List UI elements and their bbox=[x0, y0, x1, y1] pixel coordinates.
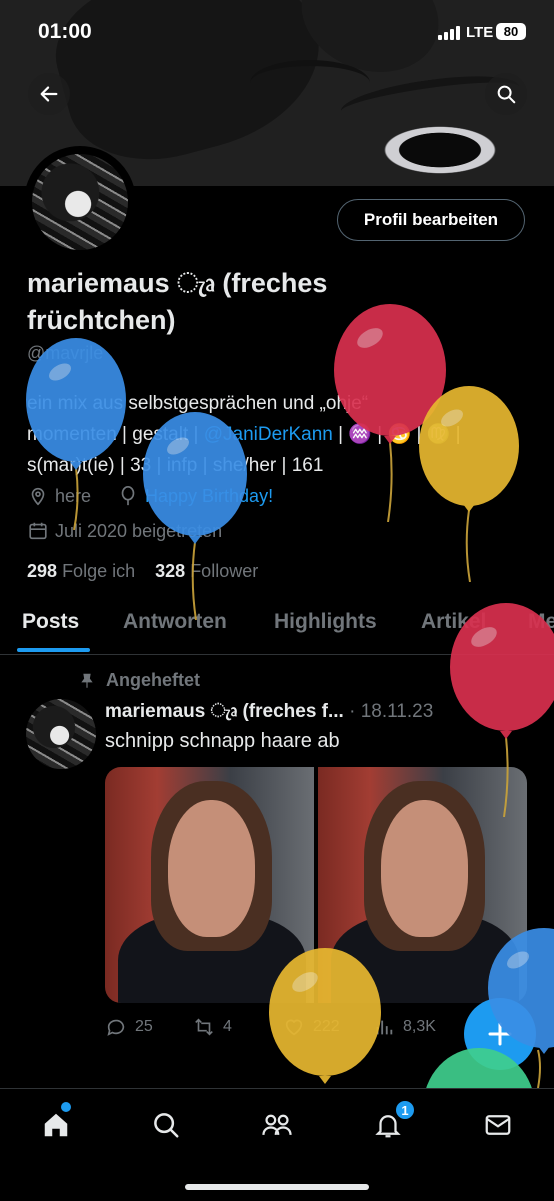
signal-icon bbox=[438, 26, 460, 40]
status-bar: 01:00 LTE 80 bbox=[0, 0, 554, 64]
post-author[interactable]: mariemaus ැෘ (freches f... bbox=[105, 701, 344, 722]
edit-profile-button[interactable]: Profil bearbeiten bbox=[337, 199, 525, 241]
balloon-decoration bbox=[26, 338, 126, 530]
post-header: mariemaus ැෘ (freches f... · 18.11.23 bbox=[105, 701, 433, 723]
following-label: Folge ich bbox=[62, 561, 136, 581]
views-count: 8,3K bbox=[403, 1018, 436, 1035]
balloon-decoration bbox=[419, 386, 519, 582]
notification-badge: 1 bbox=[394, 1099, 416, 1121]
nav-search[interactable] bbox=[146, 1105, 186, 1145]
nav-communities[interactable] bbox=[257, 1105, 297, 1145]
balloon-decoration bbox=[269, 948, 381, 1084]
following-link[interactable]: 298 Folge ich bbox=[27, 561, 135, 581]
reply-count: 25 bbox=[135, 1018, 153, 1035]
pinned-text: Angeheftet bbox=[106, 670, 200, 690]
battery-icon: 80 bbox=[496, 23, 526, 40]
status-time: 01:00 bbox=[38, 20, 92, 43]
search-button[interactable] bbox=[485, 73, 527, 115]
home-new-dot bbox=[61, 1102, 71, 1112]
back-button[interactable] bbox=[28, 73, 70, 115]
pin-icon bbox=[81, 673, 93, 688]
profile-avatar[interactable] bbox=[24, 146, 136, 258]
repost-count: 4 bbox=[223, 1018, 232, 1035]
balloon-decoration bbox=[426, 1048, 532, 1088]
active-tab-indicator bbox=[17, 648, 90, 652]
repost-button[interactable]: 4 bbox=[193, 1016, 232, 1038]
reply-button[interactable]: 25 bbox=[105, 1016, 153, 1038]
tab-highlights[interactable]: Highlights bbox=[274, 610, 377, 634]
arrow-left-icon bbox=[40, 86, 58, 102]
following-count: 298 bbox=[27, 561, 58, 581]
search-icon bbox=[154, 1113, 179, 1138]
network-label: LTE bbox=[466, 24, 494, 41]
pinned-label: Angeheftet bbox=[78, 670, 200, 691]
tab-posts[interactable]: Posts bbox=[22, 610, 79, 634]
post-date: · 18.11.23 bbox=[349, 701, 434, 722]
bottom-nav: 1 bbox=[0, 1088, 554, 1201]
nav-home[interactable] bbox=[36, 1105, 76, 1145]
balloon-decoration bbox=[450, 603, 554, 817]
envelope-icon bbox=[485, 1115, 511, 1135]
post-text: schnipp schnapp haare ab bbox=[105, 730, 340, 752]
search-icon bbox=[497, 85, 516, 104]
home-icon bbox=[44, 1113, 68, 1137]
balloon-decoration bbox=[143, 412, 247, 620]
post-avatar[interactable] bbox=[26, 699, 96, 769]
communities-icon bbox=[262, 1114, 292, 1135]
home-indicator bbox=[185, 1184, 369, 1190]
reply-icon bbox=[107, 1019, 125, 1036]
repost-icon bbox=[195, 1018, 213, 1036]
nav-messages[interactable] bbox=[478, 1105, 518, 1145]
